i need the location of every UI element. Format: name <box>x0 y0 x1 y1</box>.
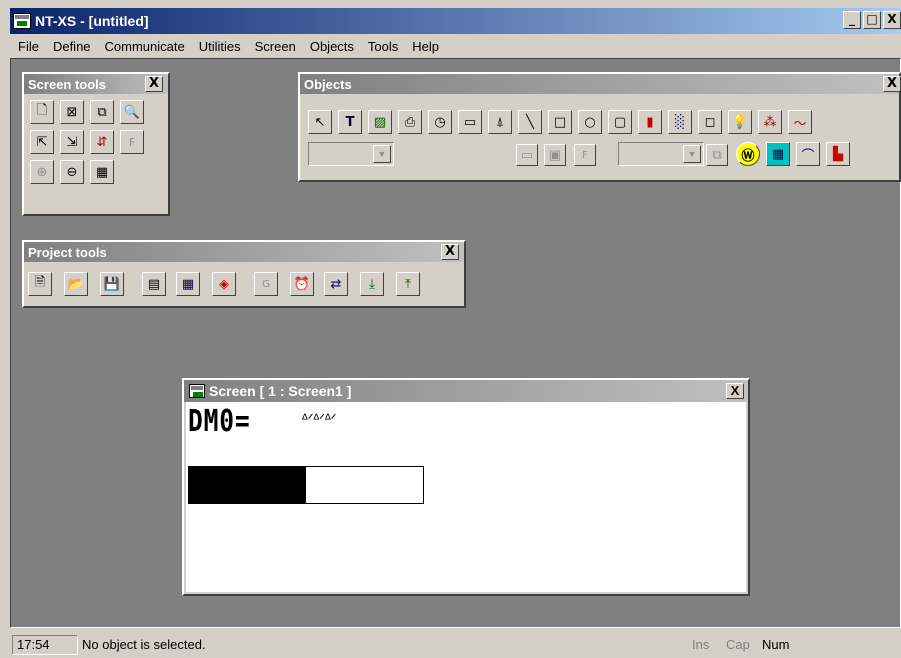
menu-objects[interactable]: Objects <box>302 39 360 54</box>
status-time: 17:54 <box>12 634 78 655</box>
object-icon-a[interactable]: ▭ <box>516 144 538 166</box>
numeric-keys-icon[interactable]: ▦ <box>766 142 790 166</box>
thermometer-icon[interactable]: ▮ <box>638 110 662 134</box>
app-icon[interactable] <box>13 13 31 29</box>
line-icon[interactable]: ╲ <box>518 110 542 134</box>
delete-screen-icon[interactable]: ⊠ <box>60 100 84 124</box>
objects-palette: Objects X ↖ T ▨ ⎙ ◷ ▭ ⍋ ╲ □ ○ ▢ ▮ ░ ◻ 💡 … <box>298 72 901 182</box>
screen-window-title: Screen [ 1 : Screen1 ] <box>209 383 352 399</box>
status-ins-text: Ins <box>692 637 710 652</box>
bitmap-icon[interactable]: ▨ <box>368 110 392 134</box>
function-key-icon[interactable]: F <box>120 130 144 154</box>
status-cap: Cap <box>722 635 758 655</box>
frame-icon[interactable]: ◻ <box>698 110 722 134</box>
menu-help[interactable]: Help <box>404 39 445 54</box>
alarm-bell-icon[interactable]: ⍋ <box>488 110 512 134</box>
menu-tools[interactable]: Tools <box>360 39 404 54</box>
screen-tools-close-button[interactable]: X <box>145 76 163 92</box>
menu-screen[interactable]: Screen <box>247 39 302 54</box>
objects-close-button[interactable]: X <box>883 76 901 92</box>
status-cap-text: Cap <box>726 637 750 652</box>
project-tools-close-button[interactable]: X <box>441 244 459 260</box>
menu-bar: File Define Communicate Utilities Screen… <box>10 34 901 58</box>
circle-icon[interactable]: ○ <box>578 110 602 134</box>
screen-tools-titlebar[interactable]: Screen tools X <box>24 74 168 94</box>
dm-label[interactable]: DM0= <box>188 404 251 439</box>
menu-define[interactable]: Define <box>45 39 97 54</box>
objects-combo-2[interactable]: ▼ <box>618 142 704 166</box>
fill-pattern-icon[interactable]: ░ <box>668 110 692 134</box>
rectangle-icon[interactable]: □ <box>548 110 572 134</box>
dropdown-arrow-icon[interactable]: ▼ <box>683 145 701 163</box>
maximize-button[interactable]: □ <box>863 11 881 29</box>
table-icon[interactable]: ▦ <box>176 272 200 296</box>
text-display-icon[interactable]: ▭ <box>458 110 482 134</box>
clock-icon[interactable]: ◷ <box>428 110 452 134</box>
bar-graph-icon[interactable]: ▙ <box>826 142 850 166</box>
upload-icon[interactable]: ⤒ <box>396 272 420 296</box>
lamp-icon[interactable]: 💡 <box>728 110 752 134</box>
g-icon[interactable]: G <box>254 272 278 296</box>
objects-title: Objects <box>304 76 352 92</box>
status-bar: 17:54 No object is selected. Ins Cap Num <box>10 631 901 658</box>
graph-icon[interactable]: ⁂ <box>758 110 782 134</box>
minimize-button[interactable]: _ <box>843 11 861 29</box>
new-project-icon[interactable]: 🗎 <box>28 272 52 296</box>
title-bar[interactable]: NT-XS - [untitled] _ □ X <box>10 8 901 34</box>
close-button[interactable]: X <box>883 11 901 29</box>
screen-list-icon[interactable]: ▤ <box>142 272 166 296</box>
status-message: No object is selected. <box>82 637 206 652</box>
screen-icon <box>189 384 205 398</box>
dropdown-arrow-icon[interactable]: ▼ <box>373 145 391 163</box>
project-tools-titlebar[interactable]: Project tools X <box>24 242 464 262</box>
find-screen-icon[interactable]: 🔍 <box>120 100 144 124</box>
select-pointer-icon[interactable]: ↖ <box>308 110 332 134</box>
bar-graph-fill <box>189 467 306 503</box>
alarm-clock-icon[interactable]: ⏰ <box>290 272 314 296</box>
meter-icon[interactable]: ⌒ <box>796 142 820 166</box>
previous-screen-icon[interactable]: ⇱ <box>30 130 54 154</box>
grid-icon[interactable]: ▦ <box>90 160 114 184</box>
download-icon[interactable]: ⤓ <box>360 272 384 296</box>
screen-window-close-button[interactable]: X <box>726 383 744 399</box>
zoom-out-icon[interactable]: ⊖ <box>60 160 84 184</box>
menu-communicate[interactable]: Communicate <box>97 39 191 54</box>
flag-f-icon[interactable]: F <box>574 144 596 166</box>
screen-canvas[interactable]: DM0= ᐞᐟᐞᐟᐞᐟ <box>186 402 746 592</box>
next-screen-icon[interactable]: ⇲ <box>60 130 84 154</box>
watch-lamp-icon[interactable]: Ⓦ <box>736 142 760 166</box>
bar-graph-object[interactable] <box>188 466 424 504</box>
menu-utilities[interactable]: Utilities <box>191 39 247 54</box>
screen-window: Screen [ 1 : Screen1 ] X DM0= ᐞᐟᐞᐟᐞᐟ <box>182 378 750 596</box>
app-window: NT-XS - [untitled] _ □ X File Define Com… <box>0 0 901 658</box>
dm-value[interactable]: ᐞᐟᐞᐟᐞᐟ <box>301 412 337 428</box>
screen-window-titlebar[interactable]: Screen [ 1 : Screen1 ] X <box>184 380 748 402</box>
group-icon[interactable]: ⧉ <box>706 144 728 166</box>
screen-properties-icon[interactable]: ⇵ <box>90 130 114 154</box>
save-icon[interactable]: 💾 <box>100 272 124 296</box>
layers-icon[interactable]: ◈ <box>212 272 236 296</box>
project-tools-palette: Project tools X 🗎 📂 💾 ▤ ▦ ◈ G ⏰ ⇄ ⤓ ⤒ <box>22 240 466 308</box>
open-folder-icon[interactable]: 📂 <box>64 272 88 296</box>
status-num: Num <box>762 637 790 652</box>
new-screen-icon[interactable]: 🗋 <box>30 100 54 124</box>
transfer-icon[interactable]: ⇄ <box>324 272 348 296</box>
project-tools-title: Project tools <box>28 244 107 260</box>
objects-combo-1[interactable]: ▼ <box>308 142 394 166</box>
copy-screen-icon[interactable]: ⧉ <box>90 100 114 124</box>
menu-file[interactable]: File <box>10 39 45 54</box>
trend-icon[interactable]: 〜 <box>788 110 812 134</box>
rounded-rect-icon[interactable]: ▢ <box>608 110 632 134</box>
text-tool-icon[interactable]: T <box>338 110 362 134</box>
screen-tools-palette: Screen tools X 🗋 ⊠ ⧉ 🔍 ⇱ ⇲ ⇵ F ⊕ ⊖ ▦ <box>22 72 170 216</box>
status-ins: Ins <box>688 635 722 655</box>
printer-icon[interactable]: ⎙ <box>398 110 422 134</box>
objects-titlebar[interactable]: Objects X <box>300 74 901 94</box>
zoom-in-icon[interactable]: ⊕ <box>30 160 54 184</box>
object-icon-b[interactable]: ▣ <box>544 144 566 166</box>
screen-tools-title: Screen tools <box>28 76 107 92</box>
window-title: NT-XS - [untitled] <box>35 13 149 29</box>
